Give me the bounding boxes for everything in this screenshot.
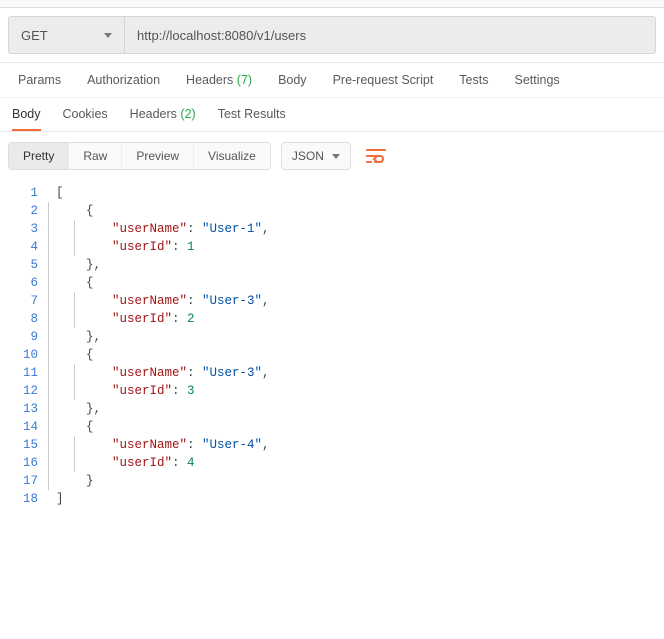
fold-guide [48,454,49,472]
fold-guide [74,292,75,310]
response-view-controls: Pretty Raw Preview Visualize JSON [0,132,664,180]
view-mode-pretty[interactable]: Pretty [9,143,69,169]
line-number: 12 [0,382,38,400]
window-top-border [0,0,664,8]
code-line: { [48,202,664,220]
fold-guide [48,436,49,454]
code-line: { [48,418,664,436]
fold-guide [48,202,49,220]
view-mode-group: Pretty Raw Preview Visualize [8,142,271,170]
code-line: }, [48,328,664,346]
tab-response-headers-label: Headers [130,107,177,121]
line-number: 10 [0,346,38,364]
tab-response-cookies[interactable]: Cookies [63,107,108,131]
line-number: 3 [0,220,38,238]
code-line: { [48,274,664,292]
http-method-label: GET [21,28,48,43]
fold-guide [74,454,75,472]
line-wrap-button[interactable] [361,142,391,170]
line-number: 4 [0,238,38,256]
code-line: }, [48,400,664,418]
request-url-input[interactable] [124,16,656,54]
fold-guide [48,382,49,400]
chevron-down-icon [332,154,340,159]
code-line: "userId": 1 [48,238,664,256]
fold-guide [74,220,75,238]
tab-request-headers-label: Headers [186,73,233,87]
response-tabs: Body Cookies Headers (2) Test Results [0,98,664,132]
tab-pre-request-script[interactable]: Pre-request Script [333,73,434,87]
request-tabs: Params Authorization Headers (7) Body Pr… [0,63,664,98]
code-line: { [48,346,664,364]
code-line: [ [48,184,664,202]
line-number: 6 [0,274,38,292]
line-number: 9 [0,328,38,346]
line-number: 17 [0,472,38,490]
view-mode-visualize[interactable]: Visualize [194,143,270,169]
tab-tests[interactable]: Tests [459,73,488,87]
line-number: 2 [0,202,38,220]
code-line: "userId": 4 [48,454,664,472]
line-number: 16 [0,454,38,472]
fold-guide [48,364,49,382]
code-line: "userName": "User-1", [48,220,664,238]
line-number: 18 [0,490,38,508]
line-number: 5 [0,256,38,274]
request-bar: GET [0,8,664,63]
fold-guide [74,364,75,382]
fold-guide [74,238,75,256]
line-number: 14 [0,418,38,436]
tab-settings[interactable]: Settings [514,73,559,87]
fold-guide [48,256,49,274]
fold-guide [48,220,49,238]
request-headers-count: (7) [237,73,252,87]
line-number: 8 [0,310,38,328]
fold-guide [48,274,49,292]
tab-authorization[interactable]: Authorization [87,73,160,87]
code-line: ] [48,490,664,508]
code-line: }, [48,256,664,274]
fold-guide [74,310,75,328]
view-mode-preview[interactable]: Preview [122,143,194,169]
line-number: 11 [0,364,38,382]
response-format-label: JSON [292,149,324,163]
fold-guide [74,436,75,454]
code-line: "userName": "User-3", [48,292,664,310]
chevron-down-icon [104,33,112,38]
line-number: 1 [0,184,38,202]
line-number: 13 [0,400,38,418]
fold-guide [48,328,49,346]
fold-guide [48,346,49,364]
line-number-gutter: 123456789101112131415161718 [0,184,48,508]
code-line: "userId": 3 [48,382,664,400]
fold-guide [48,238,49,256]
tab-test-results[interactable]: Test Results [218,107,286,131]
fold-guide [48,310,49,328]
response-body-viewer[interactable]: 123456789101112131415161718 [{"userName"… [0,180,664,548]
fold-guide [48,472,49,490]
code-line: "userId": 2 [48,310,664,328]
tab-response-body[interactable]: Body [12,107,41,131]
tab-response-headers[interactable]: Headers (2) [130,107,196,131]
fold-guide [48,400,49,418]
code-line: "userName": "User-4", [48,436,664,454]
tab-request-body[interactable]: Body [278,73,307,87]
view-mode-raw[interactable]: Raw [69,143,122,169]
code-line: "userName": "User-3", [48,364,664,382]
line-wrap-icon [366,148,386,164]
http-method-select[interactable]: GET [8,16,124,54]
line-number: 7 [0,292,38,310]
response-headers-count: (2) [180,107,195,121]
fold-guide [48,418,49,436]
tab-params[interactable]: Params [18,73,61,87]
response-format-select[interactable]: JSON [281,142,351,170]
code-line: } [48,472,664,490]
fold-guide [48,292,49,310]
tab-request-headers[interactable]: Headers (7) [186,73,252,87]
response-body-code: [{"userName": "User-1","userId": 1},{"us… [48,184,664,508]
line-number: 15 [0,436,38,454]
fold-guide [74,382,75,400]
